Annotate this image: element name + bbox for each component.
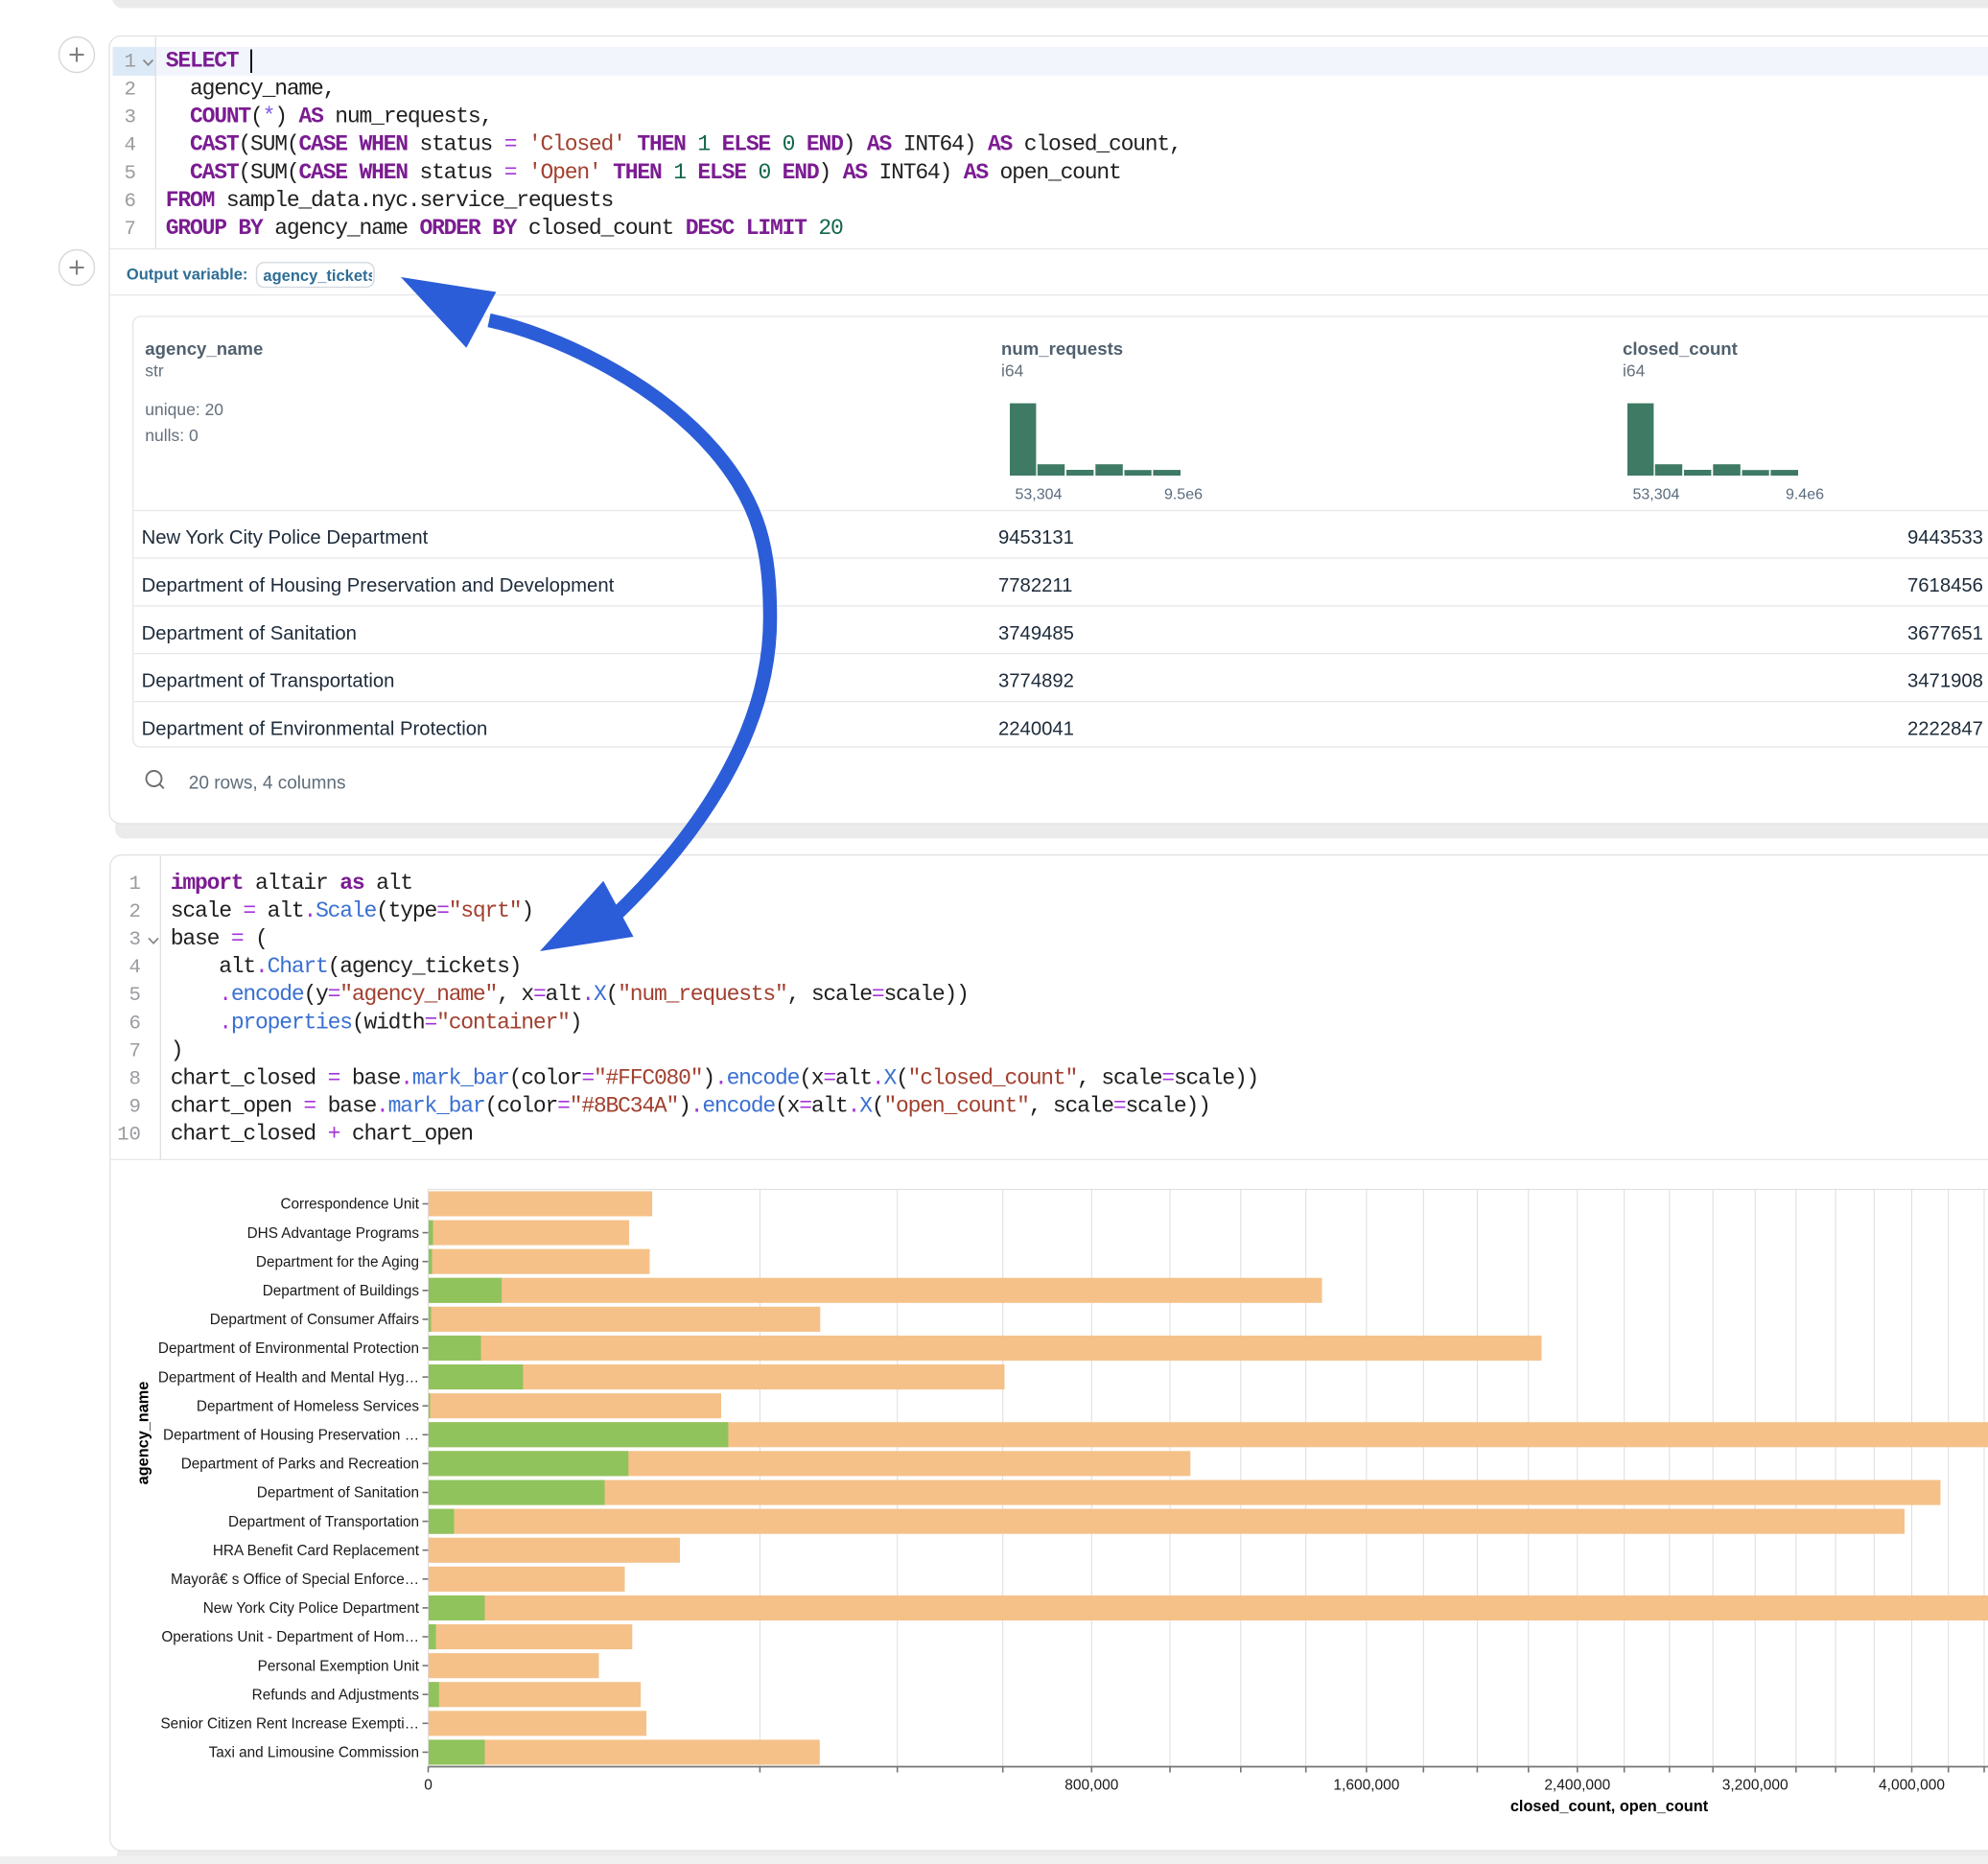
svg-text:Department of Housing Preserva: Department of Housing Preservation … — [163, 1428, 419, 1444]
svg-text:4,000,000: 4,000,000 — [1879, 1778, 1945, 1794]
svg-text:Department of Environmental Pr: Department of Environmental Protection — [142, 719, 488, 740]
svg-text:5: 5 — [125, 163, 136, 185]
svg-text:6: 6 — [129, 1013, 141, 1035]
svg-text:Department of Housing Preserva: Department of Housing Preservation and D… — [142, 575, 615, 596]
svg-text:str: str — [145, 361, 164, 381]
svg-text:Output variable:: Output variable: — [127, 267, 248, 284]
svg-text:1: 1 — [129, 874, 141, 896]
svg-text:agency_tickets: agency_tickets — [263, 268, 376, 285]
svg-text:Department of Health and Menta: Department of Health and Mental Hyg… — [158, 1369, 419, 1386]
svg-text:Department of Transportation: Department of Transportation — [142, 671, 395, 692]
svg-text:7782211: 7782211 — [998, 575, 1072, 596]
svg-text:FROM sample_data.nyc.service_r: FROM sample_data.nyc.service_requests — [166, 188, 613, 213]
svg-text:closed_count, open_count: closed_count, open_count — [1510, 1798, 1709, 1815]
svg-text:2,400,000: 2,400,000 — [1544, 1778, 1610, 1794]
svg-text:10: 10 — [117, 1125, 141, 1147]
svg-text:3774892: 3774892 — [998, 671, 1074, 692]
svg-text:5: 5 — [129, 985, 141, 1007]
svg-text:1,600,000: 1,600,000 — [1333, 1778, 1399, 1794]
svg-text:Department of Homeless Service: Department of Homeless Services — [197, 1398, 419, 1414]
svg-text:agency_name,: agency_name, — [166, 77, 335, 102]
svg-text:2: 2 — [125, 80, 136, 102]
svg-text:Refunds and Adjustments: Refunds and Adjustments — [252, 1687, 420, 1703]
svg-text:): ) — [171, 1037, 183, 1062]
svg-text:CAST(SUM(CASE WHEN status = 'C: CAST(SUM(CASE WHEN status = 'Closed' THE… — [166, 132, 1181, 157]
svg-text:i64: i64 — [1001, 361, 1024, 381]
svg-text:closed_count: closed_count — [1623, 338, 1738, 359]
svg-text:Taxi and Limousine Commission: Taxi and Limousine Commission — [209, 1745, 419, 1761]
svg-text:3677651: 3677651 — [1907, 623, 1983, 644]
svg-text:GROUP BY agency_name ORDER BY: GROUP BY agency_name ORDER BY closed_cou… — [166, 216, 843, 241]
svg-text:Department of Consumer Affairs: Department of Consumer Affairs — [210, 1312, 420, 1328]
svg-text:unique: 20: unique: 20 — [145, 400, 223, 419]
svg-text:nulls: 0: nulls: 0 — [145, 426, 199, 445]
svg-text:COUNT(*) AS num_requests,: COUNT(*) AS num_requests, — [166, 105, 492, 129]
svg-text:.properties(width="container"): .properties(width="container") — [171, 1010, 582, 1035]
svg-text:Department of Transportation: Department of Transportation — [228, 1514, 419, 1530]
svg-text:9453131: 9453131 — [998, 527, 1074, 548]
svg-text:3749485: 3749485 — [998, 623, 1074, 644]
svg-text:New York City Police Departmen: New York City Police Department — [142, 527, 429, 548]
svg-text:chart_closed = base.mark_bar(c: chart_closed = base.mark_bar(color="#FFC… — [171, 1066, 1258, 1091]
svg-text:9.5e6: 9.5e6 — [1164, 487, 1203, 503]
svg-text:Department of Sanitation: Department of Sanitation — [142, 623, 357, 644]
svg-text:HRA Benefit Card Replacement: HRA Benefit Card Replacement — [213, 1543, 420, 1559]
svg-text:2: 2 — [129, 901, 141, 923]
svg-text:import altair as alt: import altair as alt — [171, 871, 412, 896]
svg-text:7: 7 — [125, 219, 136, 241]
svg-text:scale = alt.Scale(type="sqrt"): scale = alt.Scale(type="sqrt") — [171, 898, 533, 923]
svg-text:Department of Environmental Pr: Department of Environmental Protection — [158, 1340, 419, 1357]
svg-text:Mayorâ€ s Office of Special En: Mayorâ€ s Office of Special Enforce… — [171, 1572, 419, 1588]
svg-text:Senior Citizen Rent Increase E: Senior Citizen Rent Increase Exempti… — [160, 1716, 419, 1733]
svg-text:3471908: 3471908 — [1907, 671, 1983, 692]
svg-text:9: 9 — [129, 1097, 141, 1119]
svg-text:DHS Advantage Programs: DHS Advantage Programs — [247, 1225, 420, 1242]
svg-text:20 rows, 4 columns: 20 rows, 4 columns — [189, 773, 346, 793]
svg-text:2222847: 2222847 — [1907, 719, 1983, 740]
svg-text:.encode(y="agency_name", x=alt: .encode(y="agency_name", x=alt.X("num_re… — [171, 982, 969, 1007]
svg-text:53,304: 53,304 — [1016, 487, 1063, 503]
svg-text:3: 3 — [125, 107, 136, 129]
svg-text:0: 0 — [424, 1778, 433, 1794]
svg-text:Correspondence Unit: Correspondence Unit — [280, 1197, 419, 1213]
svg-text:agency_name: agency_name — [145, 338, 263, 359]
svg-text:Personal Exemption Unit: Personal Exemption Unit — [258, 1658, 420, 1674]
svg-text:7618456: 7618456 — [1907, 575, 1983, 596]
svg-text:SELECT: SELECT — [166, 49, 240, 74]
svg-text:4: 4 — [129, 957, 141, 979]
svg-text:base = (: base = ( — [171, 926, 268, 951]
svg-text:6: 6 — [125, 191, 136, 213]
svg-text:chart_open = base.mark_bar(col: chart_open = base.mark_bar(color="#8BC34… — [171, 1094, 1210, 1119]
svg-text:4: 4 — [125, 135, 136, 157]
svg-text:3: 3 — [129, 929, 141, 951]
svg-text:2240041: 2240041 — [998, 719, 1074, 740]
svg-text:Operations Unit - Department o: Operations Unit - Department of Hom… — [161, 1629, 419, 1645]
svg-text:3,200,000: 3,200,000 — [1722, 1778, 1789, 1794]
svg-text:alt.Chart(agency_tickets): alt.Chart(agency_tickets) — [171, 954, 521, 979]
svg-text:CAST(SUM(CASE WHEN status = 'O: CAST(SUM(CASE WHEN status = 'Open' THEN … — [166, 160, 1121, 185]
svg-text:Department of Parks and Recrea: Department of Parks and Recreation — [181, 1456, 419, 1473]
svg-text:800,000: 800,000 — [1064, 1778, 1118, 1794]
svg-text:agency_name: agency_name — [135, 1382, 152, 1485]
svg-text:i64: i64 — [1623, 361, 1646, 381]
svg-text:1: 1 — [125, 52, 136, 74]
svg-text:num_requests: num_requests — [1001, 338, 1123, 359]
svg-text:53,304: 53,304 — [1633, 487, 1680, 503]
svg-text:9.4e6: 9.4e6 — [1786, 487, 1824, 503]
svg-text:New York City Police Departmen: New York City Police Department — [203, 1600, 420, 1617]
svg-text:9443533: 9443533 — [1907, 527, 1983, 548]
svg-text:8: 8 — [129, 1069, 141, 1091]
svg-text:Department of Sanitation: Department of Sanitation — [257, 1485, 419, 1502]
svg-text:Department of Buildings: Department of Buildings — [263, 1283, 420, 1299]
svg-text:7: 7 — [129, 1040, 141, 1062]
svg-text:chart_closed + chart_open: chart_closed + chart_open — [171, 1122, 473, 1147]
svg-text:Department for the Aging: Department for the Aging — [256, 1254, 419, 1270]
